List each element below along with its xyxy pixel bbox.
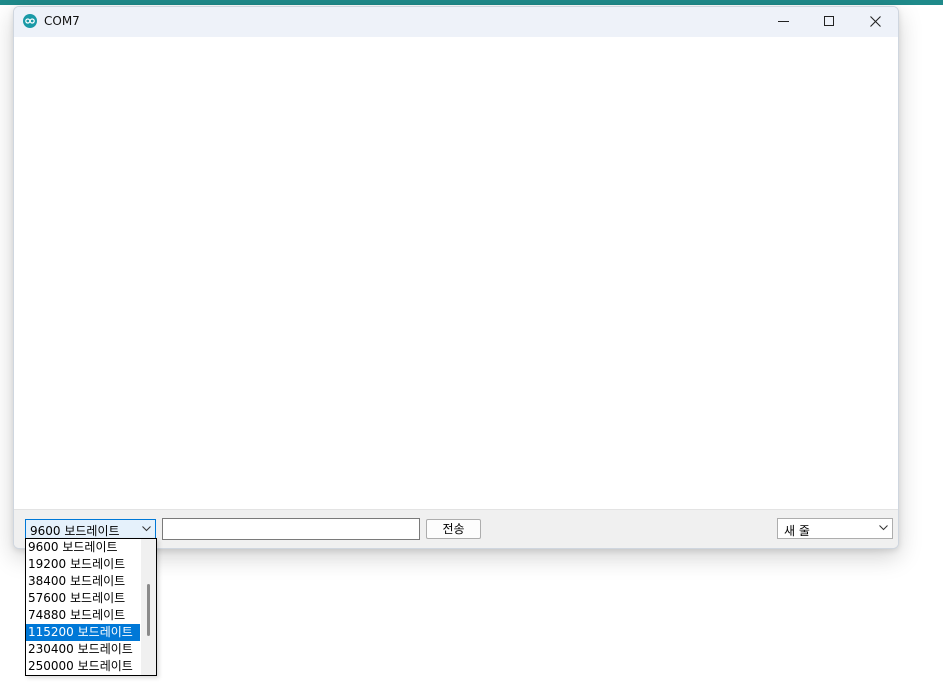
window-title: COM7 (44, 14, 80, 28)
send-button[interactable]: 전송 (426, 519, 481, 539)
maximize-icon (824, 16, 834, 26)
baud-option[interactable]: 9600 보드레이트 (26, 539, 140, 556)
scrollbar-thumb[interactable] (147, 584, 150, 636)
minimize-button[interactable] (760, 7, 806, 37)
baud-rate-dropdown-list: 9600 보드레이트 19200 보드레이트 38400 보드레이트 57600… (25, 538, 157, 676)
serial-monitor-window: COM7 9600 보드레이트 전송 새 줄 (13, 6, 899, 549)
line-ending-value: 새 줄 (784, 524, 810, 538)
chevron-down-icon (879, 525, 888, 531)
line-ending-select[interactable]: 새 줄 (777, 518, 893, 539)
close-button[interactable] (852, 7, 898, 37)
chevron-down-icon (142, 526, 151, 532)
minimize-icon (778, 21, 789, 22)
baud-option[interactable]: 19200 보드레이트 (26, 556, 140, 573)
maximize-button[interactable] (806, 7, 852, 37)
desktop-top-strip (0, 0, 943, 5)
baud-option[interactable]: 38400 보드레이트 (26, 573, 140, 590)
dropdown-scrollbar[interactable] (141, 539, 156, 675)
baud-rate-value: 9600 보드레이트 (30, 524, 120, 538)
message-input[interactable] (162, 518, 420, 540)
title-bar[interactable]: COM7 (14, 7, 898, 37)
baud-option-highlighted[interactable]: 115200 보드레이트 (26, 624, 140, 641)
baud-option[interactable]: 57600 보드레이트 (26, 590, 140, 607)
close-icon (870, 16, 881, 27)
baud-option[interactable]: 230400 보드레이트 (26, 641, 140, 658)
baud-option[interactable]: 74880 보드레이트 (26, 607, 140, 624)
serial-output-area[interactable] (14, 37, 898, 509)
arduino-infinity-icon (23, 14, 37, 28)
baud-option[interactable]: 250000 보드레이트 (26, 658, 140, 675)
baud-rate-select[interactable]: 9600 보드레이트 (25, 519, 156, 539)
